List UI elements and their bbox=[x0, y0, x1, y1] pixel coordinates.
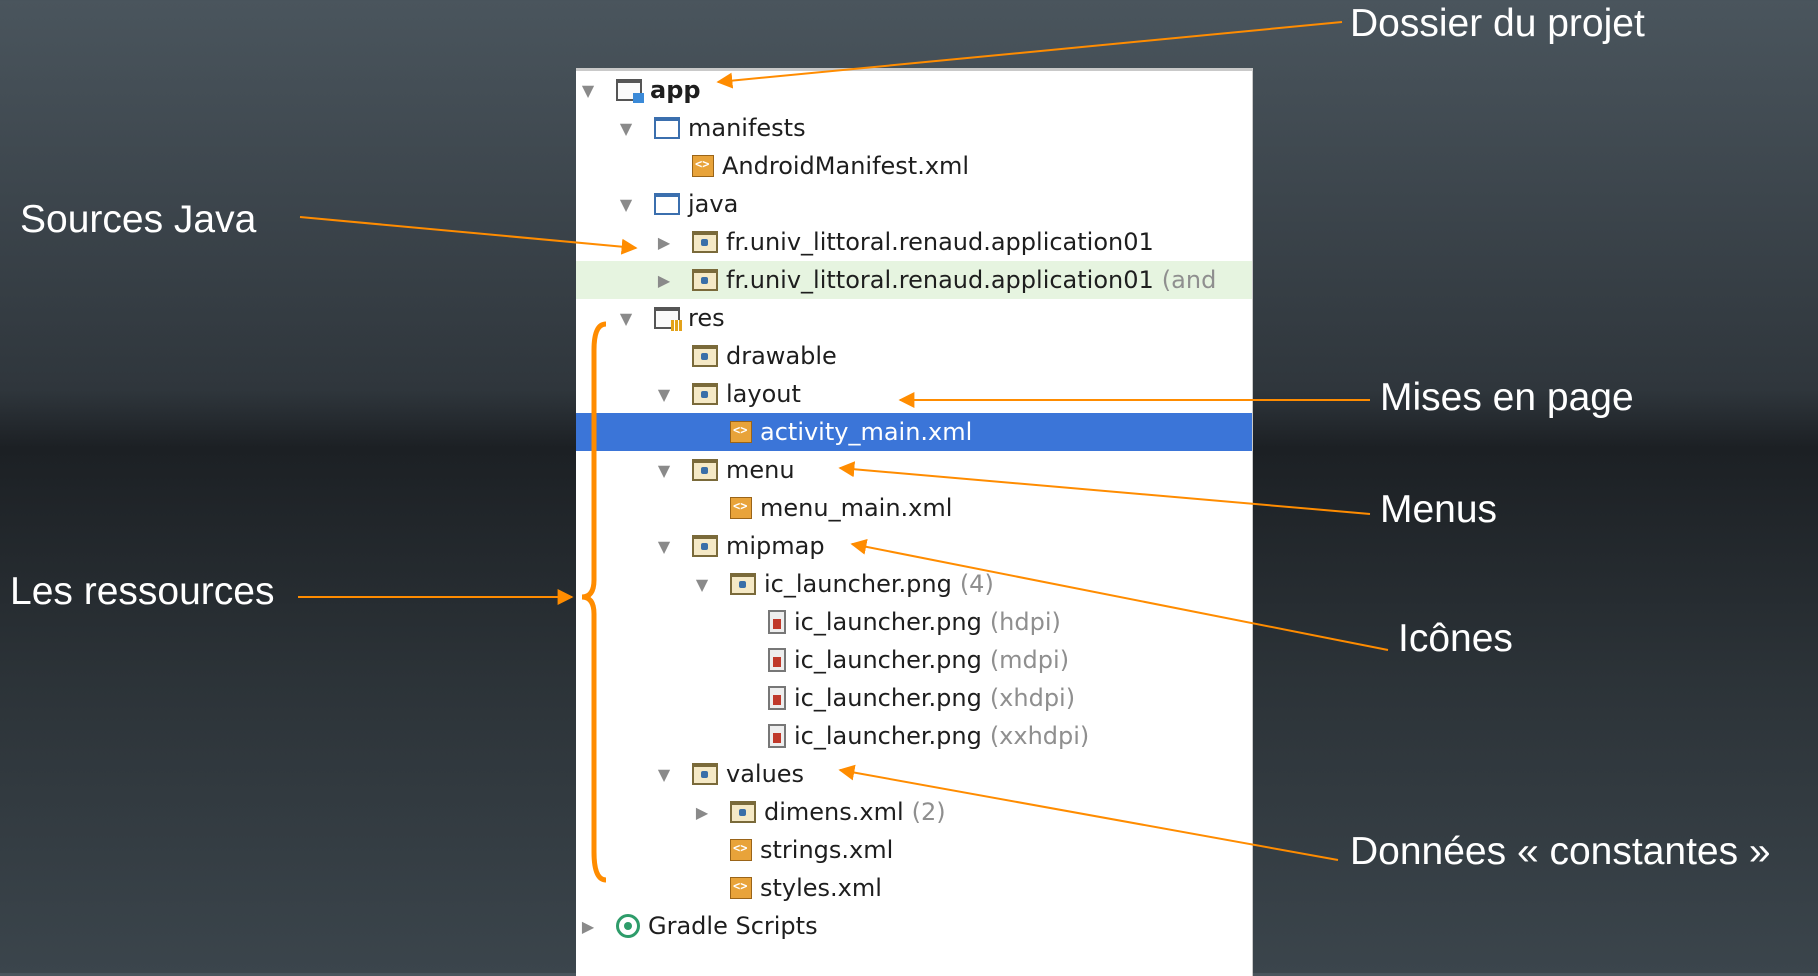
expand-arrow-icon[interactable]: ▼ bbox=[654, 765, 674, 784]
tree-item-label: styles.xml bbox=[760, 874, 882, 902]
tree-item-label: activity_main.xml bbox=[760, 418, 973, 446]
tree-item-hint: (4) bbox=[959, 570, 994, 598]
tree-item-androidmanifest[interactable]: ▼ AndroidManifest.xml bbox=[576, 147, 1252, 185]
tree-item-ic-launcher-xxhdpi[interactable]: ▼ ic_launcher.png (xxhdpi) bbox=[576, 717, 1252, 755]
folder-icon bbox=[654, 117, 680, 139]
xml-file-icon bbox=[730, 497, 752, 519]
tree-item-menu[interactable]: ▼ menu bbox=[576, 451, 1252, 489]
image-file-icon bbox=[768, 610, 786, 634]
tree-item-label: app bbox=[650, 76, 701, 104]
tree-item-label: ic_launcher.png bbox=[794, 722, 982, 750]
expand-arrow-icon[interactable]: ▼ bbox=[654, 537, 674, 556]
expand-arrow-icon[interactable]: ▼ bbox=[616, 309, 636, 328]
tree-item-package-main[interactable]: ▶ fr.univ_littoral.renaud.application01 bbox=[576, 223, 1252, 261]
tree-item-label: drawable bbox=[726, 342, 837, 370]
project-tree-panel: ▼ app ▼ manifests ▼ AndroidManifest.xml … bbox=[576, 68, 1253, 976]
folder-icon bbox=[730, 801, 756, 823]
tree-item-label: ic_launcher.png bbox=[764, 570, 952, 598]
tree-item-mipmap[interactable]: ▼ mipmap bbox=[576, 527, 1252, 565]
gradle-icon bbox=[616, 914, 640, 938]
tree-item-gradle-scripts[interactable]: ▶ Gradle Scripts bbox=[576, 907, 1252, 945]
tree-item-res[interactable]: ▼ res bbox=[576, 299, 1252, 337]
folder-icon bbox=[692, 763, 718, 785]
folder-icon bbox=[692, 383, 718, 405]
tree-item-label: ic_launcher.png bbox=[794, 608, 982, 636]
tree-item-label: dimens.xml bbox=[764, 798, 904, 826]
tree-item-ic-launcher-hdpi[interactable]: ▼ ic_launcher.png (hdpi) bbox=[576, 603, 1252, 641]
tree-item-activity-main[interactable]: ▼ activity_main.xml bbox=[576, 413, 1252, 451]
tree-item-label: fr.univ_littoral.renaud.application01 bbox=[726, 266, 1154, 294]
folder-icon bbox=[730, 573, 756, 595]
tree-item-hint: (xhdpi) bbox=[989, 684, 1076, 712]
tree-item-hint: (mdpi) bbox=[989, 646, 1070, 674]
tree-item-hint: (hdpi) bbox=[989, 608, 1061, 636]
collapsed-arrow-icon[interactable]: ▶ bbox=[578, 917, 598, 936]
resources-folder-icon bbox=[654, 307, 682, 331]
tree-item-label: ic_launcher.png bbox=[794, 646, 982, 674]
expand-arrow-icon[interactable]: ▼ bbox=[578, 81, 598, 100]
annotation-project-folder: Dossier du projet bbox=[1350, 2, 1645, 45]
xml-file-icon bbox=[730, 421, 752, 443]
tree-item-java[interactable]: ▼ java bbox=[576, 185, 1252, 223]
tree-item-label: strings.xml bbox=[760, 836, 894, 864]
folder-icon bbox=[692, 459, 718, 481]
annotation-menus: Menus bbox=[1380, 488, 1498, 531]
folder-icon bbox=[692, 535, 718, 557]
collapsed-arrow-icon[interactable]: ▶ bbox=[654, 271, 674, 290]
package-icon bbox=[692, 269, 718, 291]
annotation-java-sources: Sources Java bbox=[20, 198, 257, 241]
tree-item-label: ic_launcher.png bbox=[794, 684, 982, 712]
collapsed-arrow-icon[interactable]: ▶ bbox=[692, 803, 712, 822]
expand-arrow-icon[interactable]: ▼ bbox=[692, 575, 712, 594]
tree-item-layout[interactable]: ▼ layout bbox=[576, 375, 1252, 413]
tree-item-ic-launcher-xhdpi[interactable]: ▼ ic_launcher.png (xhdpi) bbox=[576, 679, 1252, 717]
annotation-layouts: Mises en page bbox=[1380, 376, 1634, 419]
image-file-icon bbox=[768, 724, 786, 748]
tree-item-label: res bbox=[688, 304, 725, 332]
expand-arrow-icon[interactable]: ▼ bbox=[616, 119, 636, 138]
xml-file-icon bbox=[692, 155, 714, 177]
image-file-icon bbox=[768, 648, 786, 672]
tree-item-label: Gradle Scripts bbox=[648, 912, 818, 940]
tree-item-dimens[interactable]: ▶ dimens.xml (2) bbox=[576, 793, 1252, 831]
package-icon bbox=[692, 231, 718, 253]
tree-item-hint: (xxhdpi) bbox=[989, 722, 1090, 750]
expand-arrow-icon[interactable]: ▼ bbox=[654, 385, 674, 404]
tree-item-styles[interactable]: ▼ styles.xml bbox=[576, 869, 1252, 907]
tree-item-app[interactable]: ▼ app bbox=[576, 71, 1252, 109]
tree-item-hint: (and bbox=[1161, 266, 1217, 294]
tree-item-hint: (2) bbox=[911, 798, 946, 826]
tree-item-label: mipmap bbox=[726, 532, 825, 560]
tree-item-package-androidtest[interactable]: ▶ fr.univ_littoral.renaud.application01 … bbox=[576, 261, 1252, 299]
image-file-icon bbox=[768, 686, 786, 710]
tree-item-label: AndroidManifest.xml bbox=[722, 152, 970, 180]
annotation-resources: Les ressources bbox=[10, 570, 275, 613]
tree-item-ic-launcher-mdpi[interactable]: ▼ ic_launcher.png (mdpi) bbox=[576, 641, 1252, 679]
tree-item-drawable[interactable]: ▼ drawable bbox=[576, 337, 1252, 375]
tree-item-strings[interactable]: ▼ strings.xml bbox=[576, 831, 1252, 869]
tree-item-label: menu_main.xml bbox=[760, 494, 953, 522]
collapsed-arrow-icon[interactable]: ▶ bbox=[654, 233, 674, 252]
tree-item-values[interactable]: ▼ values bbox=[576, 755, 1252, 793]
tree-item-label: fr.univ_littoral.renaud.application01 bbox=[726, 228, 1154, 256]
xml-file-icon bbox=[730, 877, 752, 899]
annotation-icons: Icônes bbox=[1398, 617, 1513, 660]
folder-icon bbox=[692, 345, 718, 367]
tree-item-label: values bbox=[726, 760, 805, 788]
module-folder-icon bbox=[616, 79, 644, 103]
tree-item-label: java bbox=[688, 190, 739, 218]
xml-file-icon bbox=[730, 839, 752, 861]
annotation-constants: Données « constantes » bbox=[1350, 830, 1771, 873]
tree-item-ic-launcher-group[interactable]: ▼ ic_launcher.png (4) bbox=[576, 565, 1252, 603]
tree-item-menu-main[interactable]: ▼ menu_main.xml bbox=[576, 489, 1252, 527]
tree-item-manifests[interactable]: ▼ manifests bbox=[576, 109, 1252, 147]
tree-item-label: menu bbox=[726, 456, 795, 484]
expand-arrow-icon[interactable]: ▼ bbox=[616, 195, 636, 214]
expand-arrow-icon[interactable]: ▼ bbox=[654, 461, 674, 480]
folder-icon bbox=[654, 193, 680, 215]
tree-item-label: manifests bbox=[688, 114, 806, 142]
tree-item-label: layout bbox=[726, 380, 801, 408]
